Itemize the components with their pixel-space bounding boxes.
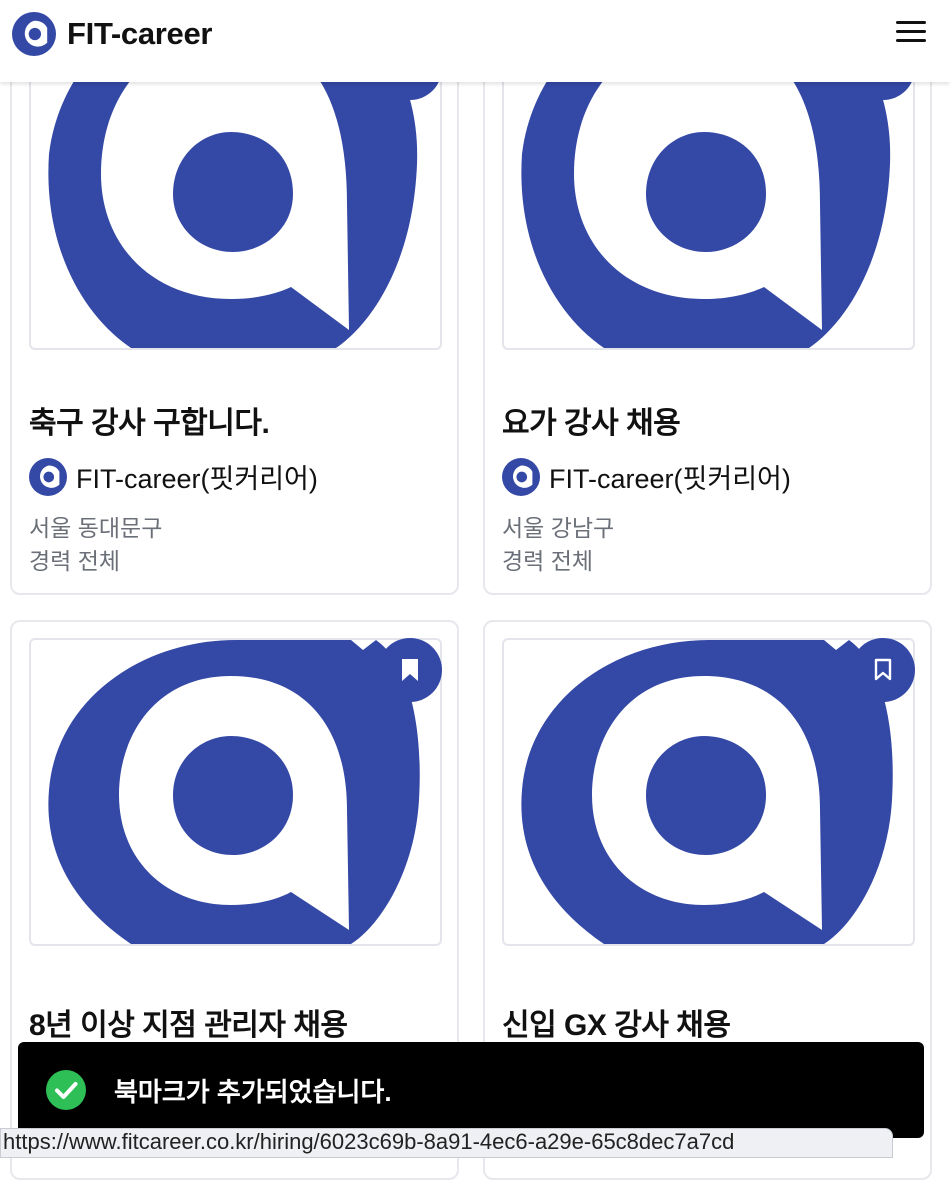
company-info: FIT-career(핏커리어)	[502, 457, 791, 496]
job-card[interactable]: 축구 강사 구합니다. FIT-career(핏커리어) 서울 동대문구 경력 …	[10, 36, 459, 595]
job-location: 서울 동대문구	[29, 515, 163, 541]
app-header: FIT-career	[0, 0, 950, 82]
brand-home-link[interactable]: FIT-career	[12, 12, 213, 56]
bookmark-outline-icon	[874, 658, 892, 681]
hamburger-menu-icon[interactable]	[896, 21, 928, 47]
job-thumbnail	[502, 638, 915, 946]
bookmark-filled-icon	[402, 659, 418, 681]
job-experience: 경력 전체	[502, 548, 594, 574]
job-thumbnail	[29, 638, 442, 946]
company-name: FIT-career(핏커리어)	[549, 464, 791, 494]
fit-career-logo-icon	[48, 44, 418, 348]
fit-career-logo-icon	[12, 12, 56, 56]
company-name: FIT-career(핏커리어)	[76, 464, 318, 494]
company-logo-icon	[502, 457, 540, 496]
job-thumbnail	[502, 42, 915, 350]
company-logo-icon	[29, 457, 67, 496]
fit-career-logo-icon	[48, 640, 420, 944]
fit-career-logo-icon	[521, 640, 893, 944]
job-location: 서울 강남구	[502, 515, 615, 541]
job-title: 8년 이상 지점 관리자 채용	[29, 1009, 348, 1042]
bookmark-toast: 북마크가 추가되었습니다.	[18, 1042, 924, 1138]
brand-name: FIT-career	[67, 16, 213, 51]
link-status-bar: https://www.fitcareer.co.kr/hiring/6023c…	[0, 1128, 893, 1158]
fit-career-logo-icon	[521, 44, 891, 348]
job-title: 신입 GX 강사 채용	[502, 1009, 731, 1042]
bookmark-filled-button[interactable]	[378, 638, 442, 702]
job-thumbnail	[29, 42, 442, 350]
company-info: FIT-career(핏커리어)	[29, 457, 318, 496]
check-circle-icon	[46, 1070, 86, 1110]
toast-message: 북마크가 추가되었습니다.	[114, 1076, 392, 1107]
job-card[interactable]: 요가 강사 채용 FIT-career(핏커리어) 서울 강남구 경력 전체	[483, 36, 932, 595]
job-experience: 경력 전체	[29, 548, 121, 574]
job-title: 축구 강사 구합니다.	[29, 407, 270, 440]
job-title: 요가 강사 채용	[502, 407, 681, 440]
bookmark-outline-button[interactable]	[851, 638, 915, 702]
